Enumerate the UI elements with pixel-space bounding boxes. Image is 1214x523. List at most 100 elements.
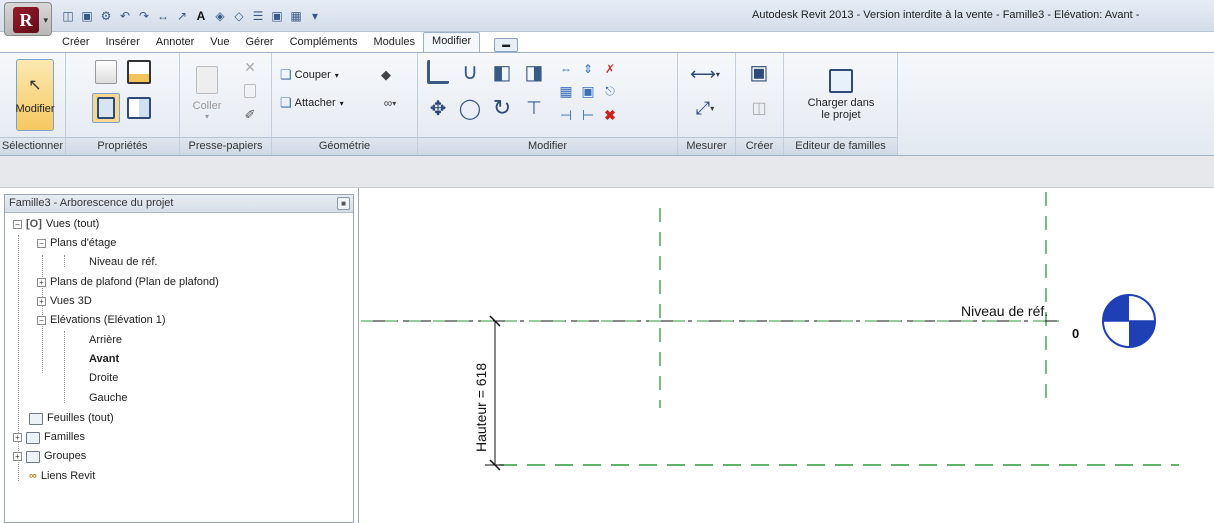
measure-distance-icon[interactable]: ⟷ ▾ [684,61,726,87]
tree-item-plans-plafond[interactable]: + Plans de plafond (Plan de plafond) [37,273,219,292]
array-icon[interactable]: ▦ [556,81,576,101]
tree-item-gauche[interactable]: Gauche [89,389,128,408]
charger-label-line2: le projet [821,109,861,121]
tree-item-label: Plans d'étage [50,237,117,249]
trim-extend-icon[interactable]: ⊤ [520,93,548,123]
type-properties-button[interactable] [124,93,154,123]
panel-creer: ▣ ◫ Créer [736,53,784,155]
section-icon[interactable]: ◇ [231,8,247,24]
ribbon-tabs: Créer Insérer Annoter Vue Gérer Compléme… [54,32,519,52]
tree-item-groupes[interactable]: + Groupes [13,447,86,466]
scale-icon[interactable]: ▣ [578,81,598,101]
dimension-label: Hauteur = 618 [473,363,489,452]
chevron-down-icon: ▾ [204,111,209,121]
tree-item-avant[interactable]: Avant [89,350,119,369]
move-icon[interactable]: ✥ [424,93,452,123]
coller-button[interactable]: Coller ▾ [186,57,228,129]
collapse-icon[interactable]: − [13,220,22,229]
split-gap-icon[interactable]: ⇕ [578,59,598,79]
wall-joins-icon[interactable]: ◆ [376,65,396,85]
dimension-icon[interactable]: ↗ [174,8,190,24]
tree-item-label: Niveau de réf. [89,256,158,268]
save-icon[interactable]: ▣ [79,8,95,24]
measure-icon[interactable]: ↔ [155,8,171,24]
tree-item-niveau-ref[interactable]: Niveau de réf. [89,253,157,272]
project-browser: Famille3 - Arborescence du projet ■ − [O… [4,194,354,523]
open-icon[interactable]: ◫ [60,8,76,24]
split-face-icon[interactable]: ∞ ▾ [376,93,404,113]
family-types-button[interactable] [92,57,120,87]
split-element-icon[interactable]: ⇔ [556,59,576,79]
mirror-axis-icon[interactable]: ◧ [488,57,516,87]
rotate-icon[interactable]: ↻ [488,93,516,123]
charger-dans-projet-button[interactable]: Charger dans le projet [790,57,892,133]
collapse-icon[interactable]: − [37,316,46,325]
aligned-dimension-icon[interactable]: ⤢ ▾ [684,95,726,121]
tab-inserer[interactable]: Insérer [98,34,148,52]
match-properties-icon[interactable]: ✐ [240,105,260,125]
application-menu-button[interactable]: R ▾ [4,2,52,36]
thin-lines-icon[interactable]: ☰ [250,8,266,24]
create-similar-icon[interactable]: ▣ [744,57,774,87]
close-icon[interactable]: ■ [337,197,350,210]
ribbon-minimize-button[interactable]: ▬ [494,38,519,52]
tree-item-label: Droite [89,372,119,384]
family-category-button[interactable] [124,57,154,87]
quick-access-toolbar: ◫ ▣ ⚙ ↶ ↷ ↔ ↗ A ◈ ◇ ☰ ▣ ▦ ▾ [60,6,323,26]
switch-windows-icon[interactable]: ▦ [288,8,304,24]
tab-modifier[interactable]: Modifier [423,32,481,52]
elevation-view[interactable]: Hauteur = 618 Niveau de réf. 0 [359,188,1214,523]
tree-item-elevations[interactable]: − Elévations (Elévation 1) [37,311,166,330]
panel-title-proprietes: Propriétés [66,137,179,155]
couper-label: Couper [294,69,331,81]
unpin-icon[interactable]: ✗ [600,59,620,79]
tab-complements[interactable]: Compléments [282,34,366,52]
level-name: Niveau de réf. [961,303,1048,319]
pin-icon[interactable]: ⎋ [600,81,620,101]
extend-icon[interactable]: ⊢ [578,105,598,125]
delete-icon[interactable]: ✖ [600,105,620,125]
tab-annoter[interactable]: Annoter [148,34,203,52]
attacher-button[interactable]: ❏ Attacher ▾ [280,93,344,113]
tree-item-feuilles[interactable]: Feuilles (tout) [29,409,114,428]
tab-modules[interactable]: Modules [365,34,423,52]
expand-icon[interactable]: + [13,433,22,442]
customize-qat-icon[interactable]: ▾ [307,8,323,24]
modifier-select-button[interactable]: ↖ Modifier [15,59,55,131]
create-group-icon[interactable]: ◫ [744,93,774,123]
copy-elements-icon[interactable]: ◯ [456,93,484,123]
couper-button[interactable]: ❏ Couper ▾ [280,65,339,85]
coller-label: Coller [192,99,222,112]
drawing-area[interactable]: Hauteur = 618 Niveau de réf. 0 [358,188,1214,523]
tree-item-liens-revit[interactable]: ∞ Liens Revit [29,467,95,486]
expand-icon[interactable]: + [37,278,46,287]
mirror-draw-icon[interactable]: ◨ [520,57,548,87]
tree-item-familles[interactable]: + Familles [13,428,85,447]
close-hidden-icon[interactable]: ▣ [269,8,285,24]
sync-icon[interactable]: ⚙ [98,8,114,24]
cut-icon[interactable]: ✕ [240,57,260,77]
align-icon[interactable] [424,57,452,87]
tree-item-plans-etage[interactable]: − Plans d'étage [37,234,116,253]
redo-icon[interactable]: ↷ [136,8,152,24]
copy-icon[interactable] [240,81,260,101]
expand-icon[interactable]: + [13,452,22,461]
undo-icon[interactable]: ↶ [117,8,133,24]
tab-vue[interactable]: Vue [202,34,237,52]
3d-view-icon[interactable]: ◈ [212,8,228,24]
tree-item-vues-3d[interactable]: + Vues 3D [37,292,92,311]
cut-geometry-icon: ❏ [280,67,292,82]
tree-item-arriere[interactable]: Arrière [89,331,122,350]
load-into-project-icon [829,69,853,93]
properties-button[interactable] [92,93,120,123]
text-icon[interactable]: A [193,8,209,24]
tree-item-vues[interactable]: − [O] Vues (tout) [13,215,99,234]
tab-gerer[interactable]: Gérer [237,34,281,52]
tab-creer[interactable]: Créer [54,34,98,52]
expand-icon[interactable]: + [37,297,46,306]
tree-item-label: Vues (tout) [45,218,100,230]
tree-item-droite[interactable]: Droite [89,369,118,388]
collapse-icon[interactable]: − [37,239,46,248]
offset-icon[interactable]: ∪ [456,57,484,87]
trim-icon[interactable]: ⊣ [556,105,576,125]
